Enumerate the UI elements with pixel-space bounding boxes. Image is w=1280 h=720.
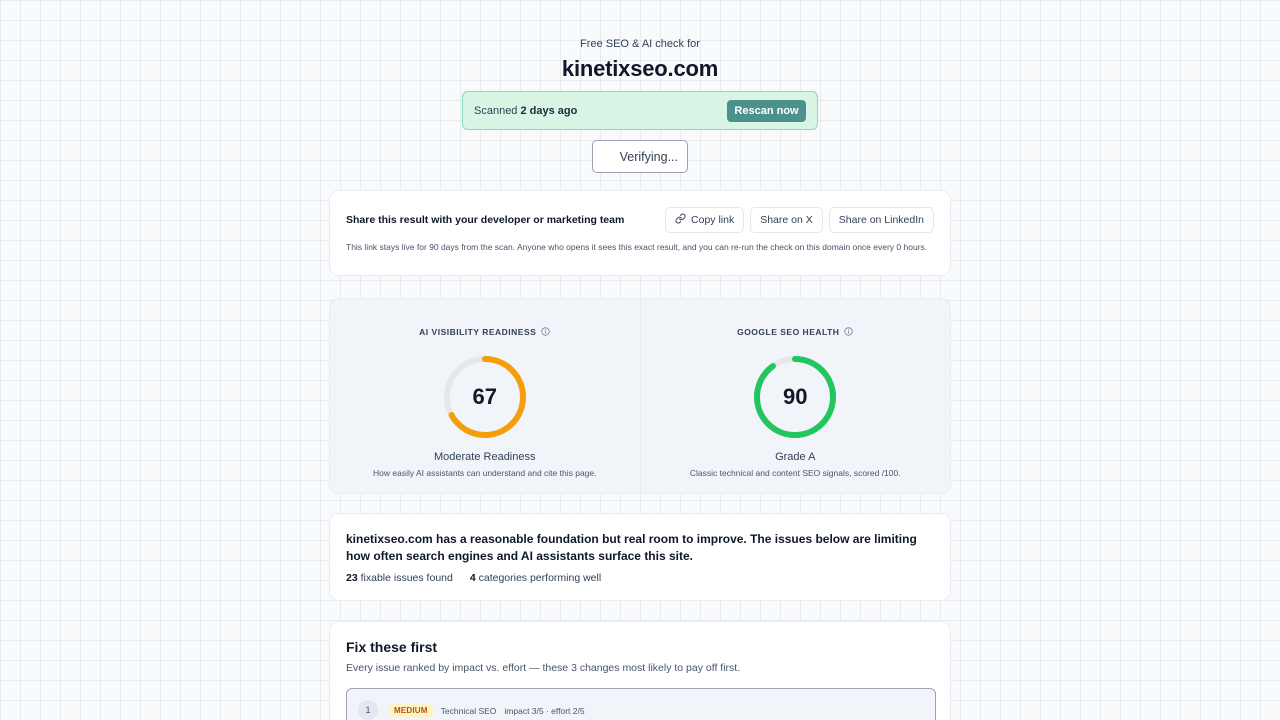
share-buttons: Copy link Share on X Share on LinkedIn [665,207,934,233]
issue-meta: MEDIUM Technical SEO impact 3/5 · effort… [389,704,585,717]
rescan-button[interactable]: Rescan now [727,99,806,122]
seo-score-grade: Grade A [775,451,816,463]
categories-count: 4 [469,572,476,584]
seo-score-value: 90 [783,384,808,409]
ai-visibility-score: AI VISIBILITY READINESS 67 Moderate Read… [330,299,640,493]
issue-category: Technical SEO [440,705,497,716]
fix-first-card: Fix these first Every issue ranked by im… [329,621,951,720]
page-subtitle: Free SEO & AI check for [580,38,700,50]
summary-text: kinetixseo.com has a reasonable foundati… [346,532,917,563]
ai-score-label-text: AI VISIBILITY READINESS [419,327,537,337]
copy-link-label: Copy link [691,214,735,226]
issues-count: 23 [346,572,358,584]
scan-status-when: 2 days ago [520,104,578,117]
share-on-x-button[interactable]: Share on X [750,207,823,233]
ai-score-description: How easily AI assistants can understand … [373,468,597,478]
ai-score-value: 67 [472,384,497,409]
google-seo-score: GOOGLE SEO HEALTH 90 Grade A Classic tec… [639,299,951,493]
page-header: Free SEO & AI check for kinetixseo.com [0,38,1280,82]
issue-item[interactable]: 1 MEDIUM Technical SEO impact 3/5 · effo… [346,688,936,720]
share-note: This link stays live for 90 days from th… [346,242,928,252]
domain-title: kinetixseo.com [561,56,719,81]
summary-card: kinetixseo.com has a reasonable foundati… [329,513,951,601]
scan-status-banner: Scanned 2 days ago Rescan now [462,91,818,130]
issue-number: 1 [358,700,378,720]
seo-score-description: Classic technical and content SEO signal… [689,468,901,478]
summary-stats: 23 fixable issues found 4 categories per… [346,572,934,584]
categories-label: categories performing well [478,572,602,584]
severity-badge: MEDIUM [389,704,433,717]
scores-card: AI VISIBILITY READINESS 67 Moderate Read… [329,298,951,494]
fix-subtitle: Every issue ranked by impact vs. effort … [346,662,741,674]
ai-score-label: AI VISIBILITY READINESS [419,326,550,338]
scan-status-text: Scanned 2 days ago [474,105,577,117]
categories-stat: 4 categories performing well [470,572,601,584]
issues-stat: 23 fixable issues found [346,572,453,584]
share-on-linkedin-button[interactable]: Share on LinkedIn [828,207,934,233]
issue-impact: impact 3/5 · effort 2/5 [504,705,585,716]
info-icon[interactable] [541,326,550,338]
ai-score-gauge: 67 [442,354,528,440]
verification-text: Verifying... [619,149,678,164]
copy-link-button[interactable]: Copy link [665,207,745,233]
info-icon[interactable] [844,326,854,338]
ai-score-grade: Moderate Readiness [433,451,536,463]
seo-score-label-text: GOOGLE SEO HEALTH [737,327,840,337]
share-card: Share this result with your developer or… [329,190,951,276]
fix-title: Fix these first [346,639,438,655]
verification-widget[interactable]: Verifying... [592,140,688,173]
seo-score-label: GOOGLE SEO HEALTH [737,326,854,338]
seo-score-gauge: 90 [752,354,838,440]
scan-status-prefix: Scanned [474,104,518,117]
issues-label: fixable issues found [360,572,453,584]
share-heading: Share this result with your developer or… [346,214,625,226]
link-icon [675,213,686,227]
